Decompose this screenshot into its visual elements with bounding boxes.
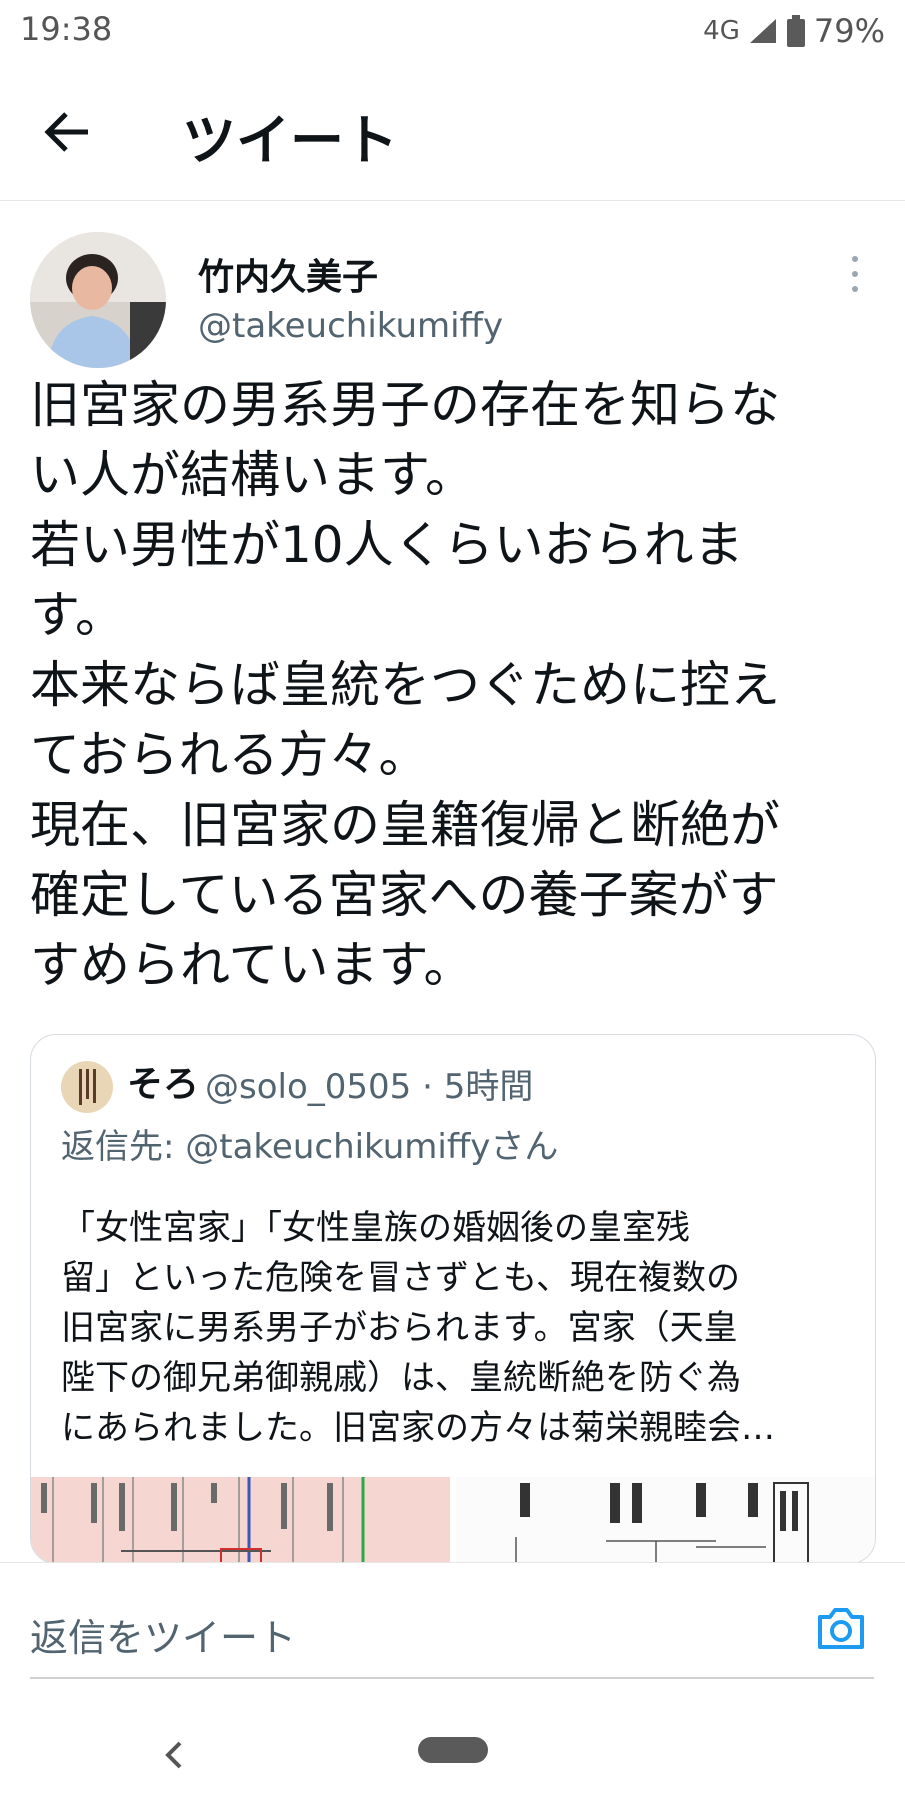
quoted-author-avatar bbox=[61, 1061, 113, 1113]
quoted-image-2[interactable] bbox=[456, 1477, 875, 1563]
back-button[interactable] bbox=[40, 102, 100, 162]
camera-icon bbox=[818, 1608, 864, 1649]
quoted-reply-to: 返信先: @takeuchikumiffyさん bbox=[61, 1127, 559, 1167]
author-name[interactable]: 竹内久美子 bbox=[198, 248, 378, 300]
status-icons: 4G 79% bbox=[703, 12, 885, 50]
quoted-tweet-card[interactable]: そろ @solo_0505 · 5時間 返信先: @takeuchikumiff… bbox=[30, 1034, 876, 1564]
app-header: ツイート bbox=[0, 64, 905, 201]
quoted-author-handle: @solo_0505 · 5時間 bbox=[205, 1067, 534, 1107]
arrow-left-icon bbox=[44, 112, 88, 152]
avatar-photo bbox=[30, 232, 166, 368]
nav-home-pill[interactable] bbox=[418, 1737, 488, 1763]
network-type: 4G bbox=[703, 16, 740, 46]
battery-icon bbox=[786, 15, 805, 47]
battery-percent: 79% bbox=[813, 12, 885, 50]
bottom-panel: 返信をツイート bbox=[0, 1562, 905, 1811]
genealogy-chart-image bbox=[41, 1477, 365, 1563]
reply-placeholder: 返信をツイート bbox=[30, 1616, 297, 1660]
quoted-author-name: そろ bbox=[127, 1064, 200, 1105]
quoted-image-1[interactable] bbox=[31, 1477, 450, 1563]
tweet-text: 旧宮家の男系男子の存在を知らな い人が結構います。 若い男性が10人くらいおられ… bbox=[30, 376, 780, 994]
nav-back-button[interactable] bbox=[160, 1735, 190, 1775]
page-title: ツイート bbox=[182, 109, 398, 172]
reply-input[interactable]: 返信をツイート bbox=[30, 1589, 874, 1679]
quoted-tweet-text: 「女性宮家」「女性皇族の婚姻後の皇室残 留」といった危険を冒さずとも、現在複数の… bbox=[61, 1208, 775, 1448]
quoted-avatar-image bbox=[61, 1061, 113, 1113]
status-bar: 19:38 4G 79% bbox=[0, 0, 905, 64]
quoted-media bbox=[31, 1477, 875, 1563]
genealogy-table-image bbox=[515, 1482, 809, 1563]
camera-button[interactable] bbox=[814, 1601, 868, 1655]
status-time: 19:38 bbox=[20, 10, 113, 48]
signal-icon bbox=[749, 19, 776, 43]
more-options-button[interactable] bbox=[840, 250, 870, 300]
author-handle[interactable]: @takeuchikumiffy bbox=[198, 306, 503, 346]
nav-back-icon bbox=[165, 1741, 182, 1769]
more-vertical-icon bbox=[852, 256, 858, 292]
author-avatar[interactable] bbox=[30, 232, 166, 368]
